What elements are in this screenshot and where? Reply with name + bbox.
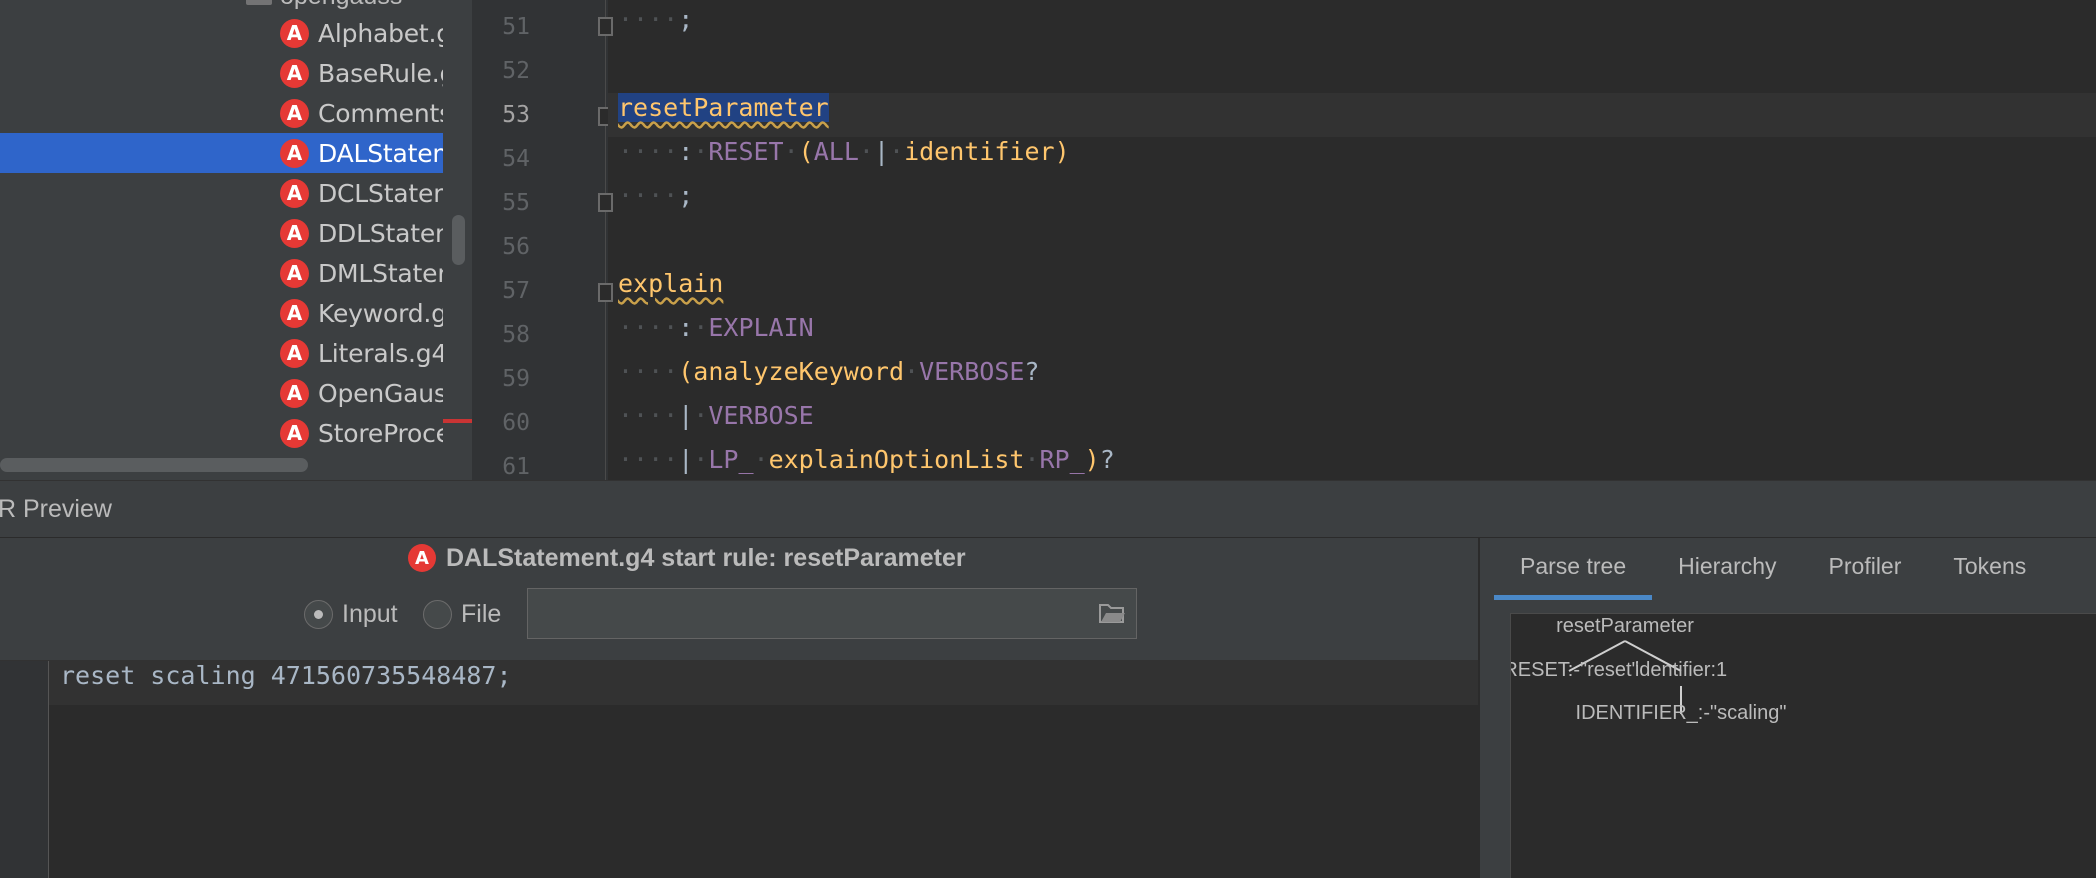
tree-item-label: Literals.g4	[318, 338, 443, 368]
antlr-icon: A	[280, 178, 309, 208]
antlr-icon: A	[280, 418, 309, 448]
preview-input-pane: A DALStatement.g4 start rule: resetParam…	[0, 538, 1478, 878]
code-line-55: ····;	[618, 181, 694, 210]
input-editor-gutter	[0, 661, 49, 878]
tree-item-label: DDLStatement.g4	[318, 218, 443, 248]
project-tree-panel: opengauss A Alphabet.g4 A BaseRule.g4 A …	[0, 0, 472, 480]
tab-tokens[interactable]: Tokens	[1927, 538, 2052, 600]
tree-item-dalstatement[interactable]: A DALStatement.g4	[0, 133, 443, 173]
antlr-icon: A	[280, 218, 309, 248]
line-number: 59	[502, 366, 530, 392]
fold-guide	[605, 0, 606, 480]
code-line-61: ····|·LP_·explainOptionList·RP_)?	[618, 445, 1115, 474]
rule-name[interactable]: resetParameter	[618, 93, 829, 122]
tree-item-comments[interactable]: A Comments.g4	[0, 93, 443, 133]
antlr-icon: A	[280, 18, 309, 48]
tree-item-label: Alphabet.g4	[318, 18, 443, 48]
tree-item-alphabet[interactable]: A Alphabet.g4	[0, 13, 443, 53]
antlr-icon: A	[280, 298, 309, 328]
tab-hierarchy[interactable]: Hierarchy	[1652, 538, 1802, 600]
code-line-58: ····:·EXPLAIN	[618, 313, 814, 342]
code-line-51: ····;	[618, 5, 694, 34]
line-number: 60	[502, 410, 530, 436]
tree-item-label: DALStatement.g4	[318, 138, 443, 168]
line-number: 52	[502, 58, 530, 84]
antlr-icon: A	[280, 258, 309, 288]
tree-item-label: DMLStatement.g4	[318, 258, 443, 288]
antlr-icon: A	[280, 378, 309, 408]
tree-item-label: BaseRule.g4	[318, 58, 443, 88]
tree-node-root[interactable]: resetParameter	[1556, 615, 1694, 637]
fold-end-icon[interactable]	[598, 193, 613, 212]
antlr-icon: A	[280, 338, 309, 368]
line-number: 55	[502, 190, 530, 216]
tree-item-label: StoreProcedure.g4	[318, 418, 443, 448]
line-number: 57	[502, 278, 530, 304]
grammar-editor[interactable]: 51 52 53 54 55 56 57 58 59 60 61 ····; r…	[472, 0, 2096, 480]
rule-name[interactable]: explain	[618, 269, 723, 298]
tree-node-reset[interactable]: RESET:-"reset"	[1511, 659, 1639, 681]
tree-node-identifier[interactable]: identifier:1	[1635, 659, 1727, 681]
tree-item-storeprocedure[interactable]: A StoreProcedure.g4	[0, 413, 443, 453]
line-number: 56	[502, 234, 530, 260]
tab-profiler[interactable]: Profiler	[1803, 538, 1928, 600]
antlr-icon: A	[280, 98, 309, 128]
current-line-highlight	[608, 93, 2096, 137]
antlr-icon: A	[280, 138, 309, 168]
tree-item-label: OpenGauss.g4	[318, 378, 443, 408]
file-radio[interactable]: File	[423, 600, 501, 629]
open-folder-icon[interactable]	[1098, 602, 1126, 624]
tool-window-header: R Preview	[0, 480, 2096, 538]
rule-title-text: DALStatement.g4 start rule: resetParamet…	[446, 543, 966, 572]
tree-item-dclstatement[interactable]: A DCLStatement.g4	[0, 173, 443, 213]
line-number: 54	[502, 146, 530, 172]
file-path-field[interactable]	[527, 588, 1137, 639]
code-line-59: ····(analyzeKeyword·VERBOSE?	[618, 357, 1040, 386]
input-text-content[interactable]: reset scaling 471560735548487;	[60, 661, 512, 705]
line-number: 58	[502, 322, 530, 348]
preview-tabs: Parse tree Hierarchy Profiler Tokens	[1494, 538, 2052, 600]
fold-start-icon[interactable]	[598, 283, 613, 302]
tree-item-dmlstatement[interactable]: A DMLStatement.g4	[0, 253, 443, 293]
tree-folder-opengauss[interactable]: opengauss	[246, 0, 402, 10]
parse-tree-graph: resetParameter RESET:-"reset" identifier…	[1511, 615, 1787, 724]
parse-tree-canvas[interactable]: resetParameter RESET:-"reset" identifier…	[1510, 613, 2096, 878]
code-line-60: ····|·VERBOSE	[618, 401, 814, 430]
antlr-icon: A	[408, 544, 436, 572]
tool-window-title: R Preview	[0, 495, 112, 523]
tree-item-label: Keyword.g4	[318, 298, 443, 328]
parse-tree-pane: Parse tree Hierarchy Profiler Tokens res…	[1480, 538, 2096, 878]
radio-label: File	[461, 600, 502, 628]
code-line-53: resetParameter	[618, 93, 829, 137]
radio-unselected-icon	[423, 600, 452, 629]
tree-item-literals[interactable]: A Literals.g4	[0, 333, 443, 373]
error-stripe-marker	[443, 419, 472, 423]
code-line-54: ····:·RESET·(ALL·|·identifier)	[618, 137, 1070, 166]
tree-node-identifier-leaf[interactable]: IDENTIFIER_:-"scaling"	[1576, 702, 1787, 724]
line-number: 51	[502, 14, 530, 40]
tree-folder-label: opengauss	[280, 0, 402, 11]
tree-vertical-scrollbar[interactable]	[452, 215, 465, 265]
folder-icon	[246, 0, 272, 5]
line-number-current: 53	[502, 102, 530, 128]
input-radio[interactable]: Input	[304, 600, 398, 629]
tree-horizontal-scrollbar[interactable]	[0, 458, 308, 472]
preview-rule-title: A DALStatement.g4 start rule: resetParam…	[408, 538, 966, 578]
line-number: 61	[502, 454, 530, 480]
tree-item-label: Comments.g4	[318, 98, 443, 128]
fold-end-icon[interactable]	[598, 17, 613, 36]
tree-item-keyword[interactable]: A Keyword.g4	[0, 293, 443, 333]
antlr-icon: A	[280, 58, 309, 88]
tree-item-baserule[interactable]: A BaseRule.g4	[0, 53, 443, 93]
tree-item-opengauss[interactable]: A OpenGauss.g4	[0, 373, 443, 413]
radio-selected-icon	[304, 600, 333, 629]
tab-parse-tree[interactable]: Parse tree	[1494, 538, 1653, 600]
input-text-editor[interactable]: reset scaling 471560735548487;	[0, 660, 1478, 878]
editor-gutter: 51 52 53 54 55 56 57 58 59 60 61	[472, 0, 613, 480]
tree-item-label: DCLStatement.g4	[318, 178, 443, 208]
radio-label: Input	[342, 600, 398, 628]
code-line-57: explain	[618, 269, 723, 313]
tree-item-ddlstatement[interactable]: A DDLStatement.g4	[0, 213, 443, 253]
